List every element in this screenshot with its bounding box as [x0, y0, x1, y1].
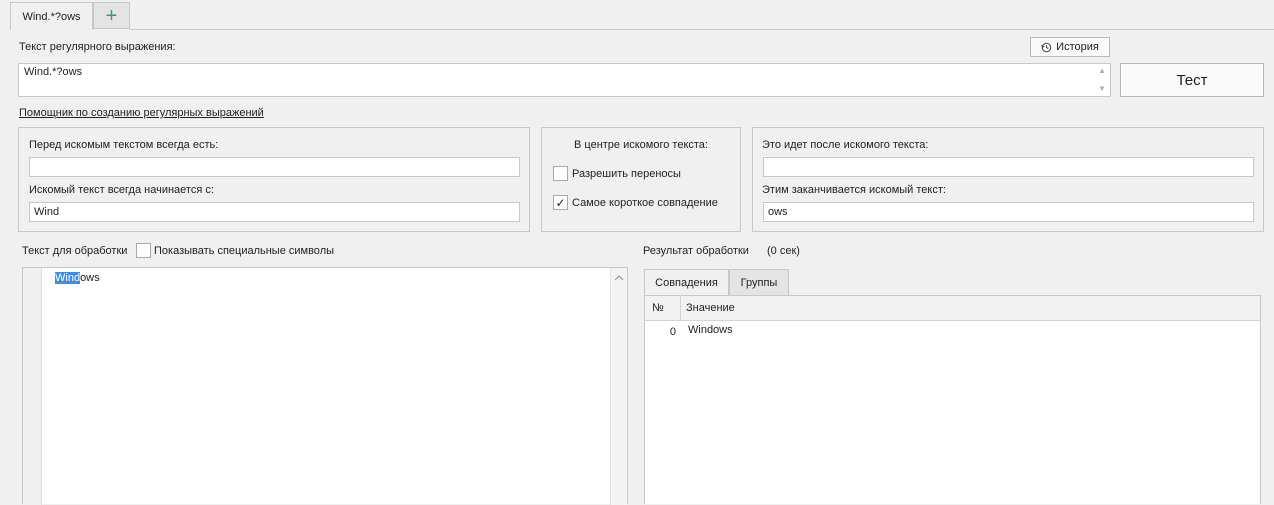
- tab-bar: Wind.*?ows +: [0, 0, 1274, 30]
- editor-gutter: [23, 268, 42, 505]
- test-button[interactable]: Тест: [1120, 63, 1264, 97]
- starts-with-input[interactable]: Wind: [29, 202, 520, 222]
- allow-wrap-label: Разрешить переносы: [572, 168, 681, 180]
- scroll-up-arrow[interactable]: ▲: [1098, 66, 1106, 75]
- scroll-up-icon[interactable]: [614, 272, 624, 284]
- shortest-match-label: Самое короткое совпадение: [572, 197, 718, 209]
- ends-with-label: Этим заканчивается искомый текст:: [762, 184, 946, 196]
- allow-wrap-checkbox[interactable]: [553, 166, 568, 181]
- after-input[interactable]: [763, 157, 1254, 177]
- result-time: (0 сек): [767, 245, 800, 257]
- show-special-label: Показывать специальные символы: [154, 245, 335, 257]
- row-index: 0: [669, 326, 676, 338]
- column-number-header[interactable]: №: [652, 302, 664, 314]
- results-table-header: № Значение: [645, 296, 1260, 321]
- column-value-header[interactable]: Значение: [686, 302, 735, 314]
- history-label: История: [1056, 41, 1099, 53]
- before-always-label: Перед искомым текстом всегда есть:: [29, 139, 219, 151]
- editor-text-rest: ows: [80, 272, 100, 284]
- results-table: № Значение 0 Windows: [644, 295, 1261, 504]
- source-text-editor[interactable]: Windows: [22, 267, 628, 505]
- row-value: Windows: [688, 324, 733, 336]
- regex-label: Текст регулярного выражения:: [19, 41, 176, 53]
- center-group: В центре искомого текста: Разрешить пере…: [541, 127, 741, 232]
- center-label: В центре искомого текста:: [574, 139, 708, 151]
- plus-icon: +: [105, 4, 118, 27]
- starts-with-label: Искомый текст всегда начинается с:: [29, 184, 214, 196]
- tab-regex[interactable]: Wind.*?ows: [10, 2, 93, 30]
- editor-selection: Wind: [55, 272, 81, 284]
- before-group: Перед искомым текстом всегда есть: Иском…: [18, 127, 530, 232]
- regex-helper-link[interactable]: Помощник по созданию регулярных выражени…: [19, 107, 264, 119]
- after-label: Это идет после искомого текста:: [762, 139, 929, 151]
- before-always-input[interactable]: [29, 157, 520, 177]
- tab-divider: [130, 29, 1274, 30]
- table-row[interactable]: 0 Windows: [645, 321, 1260, 341]
- shortest-match-checkbox[interactable]: ✓: [553, 195, 568, 210]
- tab-groups[interactable]: Группы: [729, 269, 789, 295]
- after-group: Это идет после искомого текста: Этим зак…: [752, 127, 1264, 232]
- history-button[interactable]: История: [1030, 37, 1110, 57]
- history-icon: [1041, 42, 1052, 53]
- add-tab-button[interactable]: +: [93, 2, 130, 29]
- tab-matches[interactable]: Совпадения: [644, 269, 729, 295]
- editor-line: Windows: [55, 272, 100, 284]
- regex-input-text: Wind.*?ows: [24, 66, 83, 78]
- show-special-checkbox[interactable]: [136, 243, 151, 258]
- column-divider: [680, 296, 681, 320]
- scroll-down-arrow[interactable]: ▼: [1098, 84, 1106, 93]
- ends-with-input[interactable]: ows: [763, 202, 1254, 222]
- checkmark-icon: ✓: [555, 195, 566, 210]
- regex-input[interactable]: Wind.*?ows ▲ ▼: [18, 63, 1111, 97]
- source-text-label: Текст для обработки: [22, 245, 128, 257]
- editor-scrollbar[interactable]: [610, 268, 627, 505]
- result-label: Результат обработки: [643, 245, 749, 257]
